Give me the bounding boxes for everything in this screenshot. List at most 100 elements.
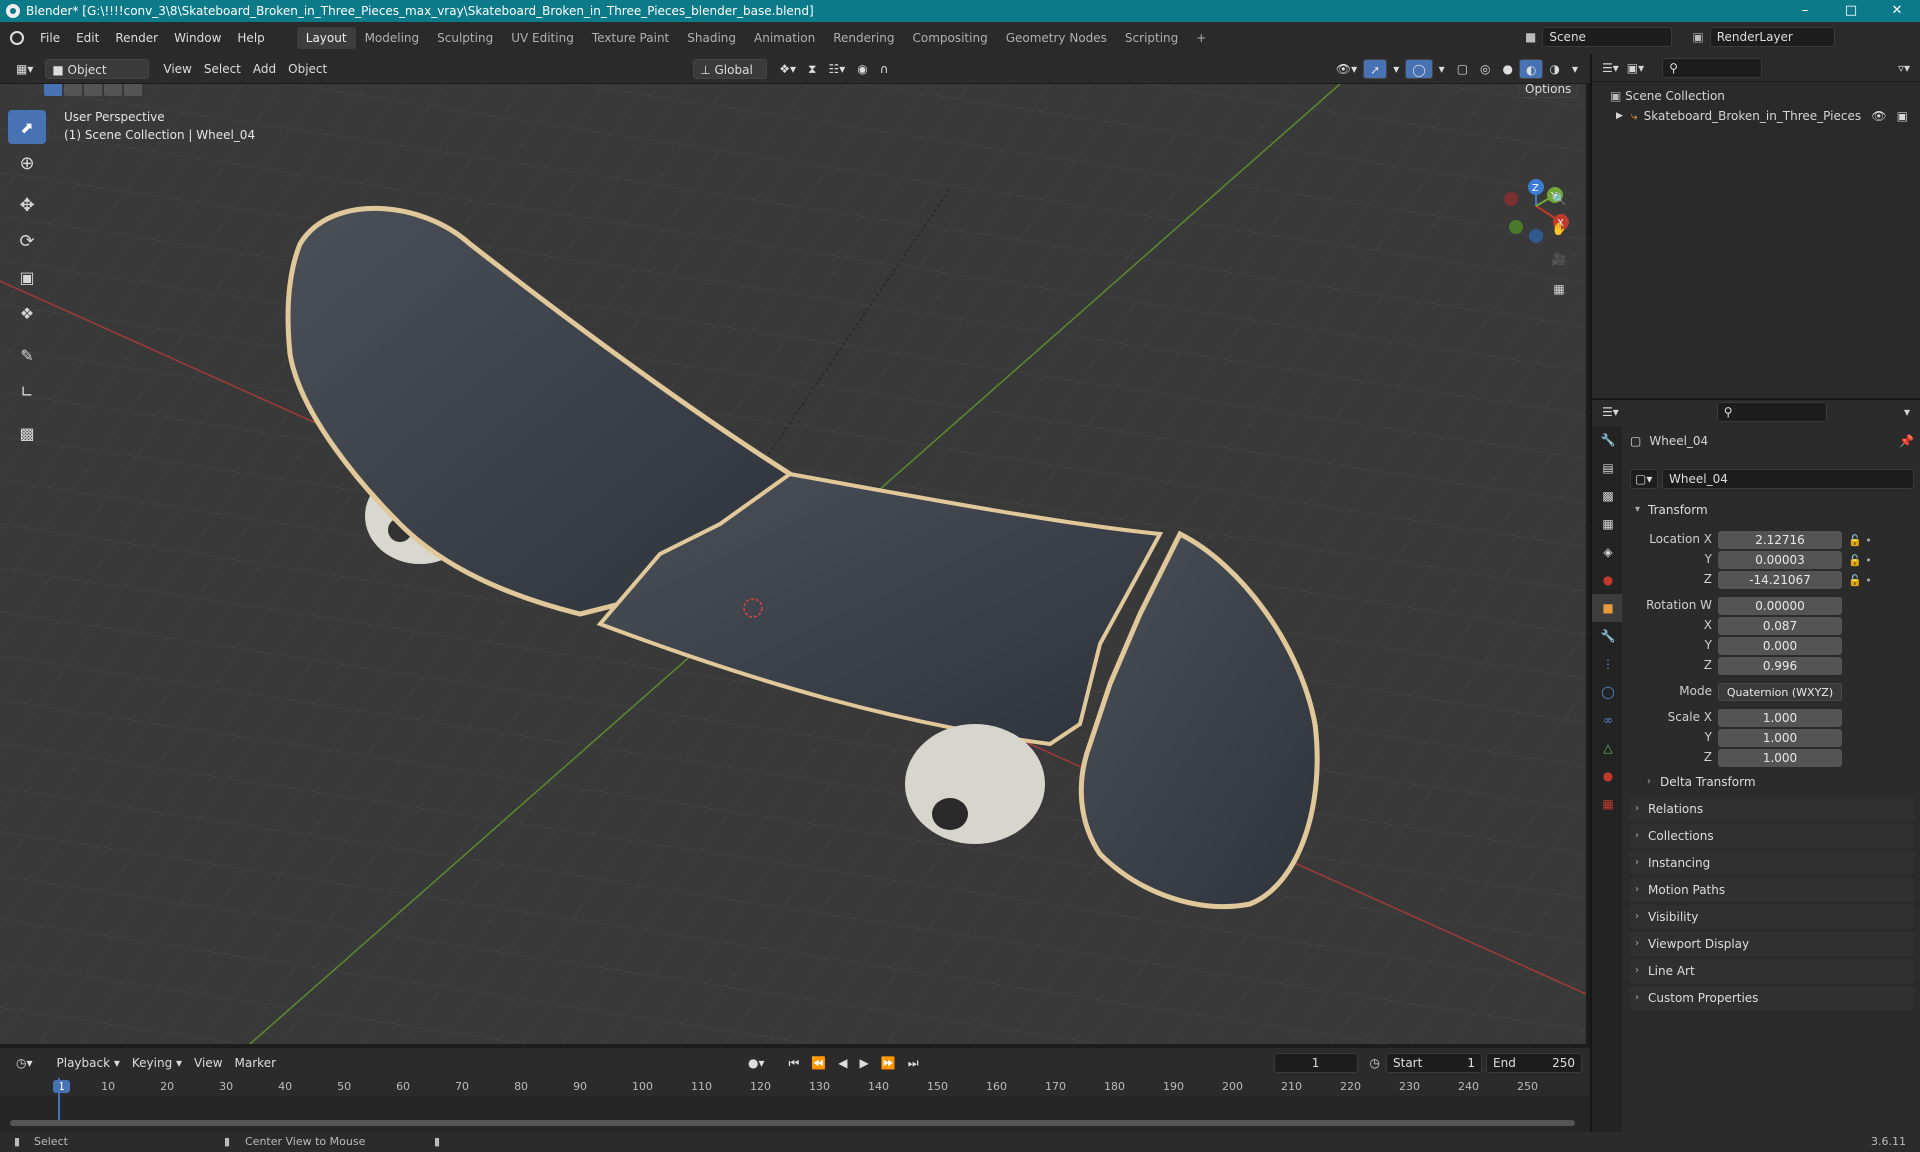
instancing-panel[interactable]: › Instancing bbox=[1630, 851, 1914, 875]
select-intersect-icon[interactable] bbox=[124, 84, 142, 96]
options-button[interactable]: Options bbox=[1518, 84, 1579, 98]
particles-tab-icon[interactable]: ⋮ bbox=[1592, 650, 1624, 678]
outliner-scene-collection[interactable]: ▣ Scene Collection bbox=[1610, 86, 1920, 106]
select-new-icon[interactable] bbox=[44, 84, 62, 96]
tab-uv-editing[interactable]: UV Editing bbox=[502, 27, 583, 49]
menu-add[interactable]: Add bbox=[247, 59, 282, 79]
outliner-search-input[interactable]: ⚲ bbox=[1662, 57, 1763, 78]
output-tab-icon[interactable]: ▩ bbox=[1592, 482, 1624, 510]
scene-selector[interactable]: Scene bbox=[1542, 27, 1673, 47]
collections-panel[interactable]: › Collections bbox=[1630, 824, 1914, 848]
current-frame-field[interactable]: 1 bbox=[1273, 1053, 1358, 1073]
pan-hand-icon[interactable]: ✋ bbox=[1545, 215, 1573, 243]
snap-target-icon[interactable]: ☷▾ bbox=[822, 59, 851, 79]
tab-shading[interactable]: Shading bbox=[678, 27, 745, 49]
xray-icon[interactable]: ▢ bbox=[1451, 59, 1474, 79]
transform-panel-header[interactable]: ▾ Transform bbox=[1630, 498, 1914, 522]
motion-paths-panel[interactable]: › Motion Paths bbox=[1630, 878, 1914, 902]
editor-type-icon[interactable]: ▦▾ bbox=[10, 59, 39, 79]
next-keyframe-icon[interactable]: ⏩ bbox=[875, 1053, 902, 1073]
relations-panel[interactable]: › Relations bbox=[1630, 797, 1914, 821]
play-reverse-icon[interactable]: ◀ bbox=[832, 1053, 853, 1073]
lock-icon[interactable]: 🔓 • bbox=[1848, 531, 1908, 551]
maximize-icon[interactable]: □ bbox=[1828, 0, 1874, 22]
object-tab-icon[interactable]: ■ bbox=[1592, 594, 1624, 622]
scale-y-field[interactable]: 1.000 bbox=[1718, 729, 1842, 747]
tab-texture-paint[interactable]: Texture Paint bbox=[583, 27, 678, 49]
properties-search-input[interactable]: ⚲ bbox=[1716, 402, 1827, 422]
frame-ruler[interactable]: 1 10 20 30 40 50 60 70 80 90 100 110 120 130 140 150 160… bbox=[0, 1078, 1590, 1096]
timeline-editor-icon[interactable]: ◷▾ bbox=[10, 1053, 39, 1073]
location-z-field[interactable]: -14.21067 bbox=[1718, 571, 1842, 589]
move-tool[interactable]: ✥ bbox=[8, 188, 46, 222]
shading-dropdown-icon[interactable]: ▾ bbox=[1566, 59, 1584, 79]
scale-tool[interactable]: ▣ bbox=[8, 260, 46, 294]
transform-tool[interactable]: ❖ bbox=[8, 296, 46, 330]
overlay-toggle-icon[interactable]: ◯ bbox=[1405, 58, 1433, 79]
expand-icon[interactable]: ▶ bbox=[1616, 106, 1623, 126]
play-icon[interactable]: ▶ bbox=[854, 1053, 875, 1073]
modifier-tab-icon[interactable]: 🔧 bbox=[1592, 622, 1624, 650]
jump-end-icon[interactable]: ⏭ bbox=[902, 1053, 925, 1073]
rotation-y-field[interactable]: 0.000 bbox=[1718, 637, 1842, 655]
rotation-z-field[interactable]: 0.996 bbox=[1718, 657, 1842, 675]
tab-modeling[interactable]: Modeling bbox=[356, 27, 429, 49]
proportional-edit-icon[interactable]: ◉ bbox=[851, 59, 873, 79]
object-name-field[interactable]: Wheel_04 bbox=[1662, 469, 1914, 489]
tab-scripting[interactable]: Scripting bbox=[1116, 27, 1187, 49]
measure-tool[interactable]: ∟ bbox=[8, 374, 46, 408]
gizmo-dropdown-icon[interactable]: ▾ bbox=[1387, 59, 1405, 79]
menu-object[interactable]: Object bbox=[282, 59, 333, 79]
world-tab-icon[interactable]: ● bbox=[1592, 566, 1624, 594]
tool-tab-icon[interactable]: 🔧 bbox=[1592, 426, 1624, 454]
properties-editor-icon[interactable]: ☰▾ bbox=[1602, 405, 1619, 419]
visibility-icon[interactable]: 👁▾ bbox=[1330, 59, 1363, 79]
location-x-field[interactable]: 2.12716 bbox=[1718, 531, 1842, 549]
close-icon[interactable]: ✕ bbox=[1874, 0, 1920, 22]
record-icon[interactable]: ●▾ bbox=[742, 1053, 771, 1073]
line-art-panel[interactable]: › Line Art bbox=[1630, 959, 1914, 983]
end-frame-field[interactable]: End 250 bbox=[1486, 1053, 1582, 1073]
menu-timeline-view[interactable]: View bbox=[188, 1053, 228, 1073]
solid-shading-icon[interactable]: ● bbox=[1497, 59, 1519, 79]
lock-icon[interactable]: 🔓 • bbox=[1848, 571, 1908, 591]
tab-animation[interactable]: Animation bbox=[745, 27, 824, 49]
scale-x-field[interactable]: 1.000 bbox=[1718, 709, 1842, 727]
pivot-icon[interactable]: ❖▾ bbox=[773, 59, 802, 79]
menu-playback[interactable]: Playback ▾ bbox=[51, 1053, 126, 1073]
overlay-dropdown-icon[interactable]: ▾ bbox=[1433, 59, 1451, 79]
constraints-tab-icon[interactable]: ∞ bbox=[1592, 706, 1624, 734]
location-y-field[interactable]: 0.00003 bbox=[1718, 551, 1842, 569]
menu-file[interactable]: File bbox=[32, 28, 68, 48]
object-datablock-icon[interactable]: ▢▾ bbox=[1630, 469, 1658, 489]
visibility-panel[interactable]: › Visibility bbox=[1630, 905, 1914, 929]
properties-options-icon[interactable]: ▾ bbox=[1904, 405, 1910, 419]
data-tab-icon[interactable]: △ bbox=[1592, 734, 1624, 762]
lock-icon[interactable]: 🔓 • bbox=[1848, 551, 1908, 571]
tab-compositing[interactable]: Compositing bbox=[903, 27, 996, 49]
wireframe-shading-icon[interactable]: ◎ bbox=[1474, 59, 1496, 79]
eye-icon[interactable]: 👁 bbox=[1871, 106, 1886, 126]
camera-view-icon[interactable]: 🎥 bbox=[1545, 245, 1573, 273]
tab-rendering[interactable]: Rendering bbox=[824, 27, 903, 49]
select-box-tool[interactable]: ⬈ bbox=[8, 110, 46, 144]
annotate-tool[interactable]: ✎ bbox=[8, 338, 46, 372]
zoom-icon[interactable]: 🔍 bbox=[1545, 185, 1573, 213]
add-workspace-button[interactable]: + bbox=[1187, 27, 1215, 49]
camera-icon[interactable]: ▣ bbox=[1897, 106, 1908, 126]
timeline-scrollbar[interactable] bbox=[10, 1120, 1575, 1126]
outliner-item[interactable]: ▶ ⤷ Skateboard_Broken_in_Three_Pieces 👁 … bbox=[1610, 106, 1920, 126]
blender-menu-icon[interactable] bbox=[10, 31, 24, 45]
menu-keying[interactable]: Keying ▾ bbox=[126, 1053, 188, 1073]
tab-sculpting[interactable]: Sculpting bbox=[428, 27, 502, 49]
scene-tab-icon[interactable]: ◈ bbox=[1592, 538, 1624, 566]
ortho-grid-icon[interactable]: ▦ bbox=[1545, 275, 1573, 303]
falloff-icon[interactable]: ∩ bbox=[874, 59, 895, 79]
rotation-w-field[interactable]: 0.00000 bbox=[1718, 597, 1842, 615]
mode-selector[interactable]: ■ Object Mode ▾ bbox=[45, 58, 150, 97]
select-invert-icon[interactable] bbox=[104, 84, 122, 96]
renderlayer-selector[interactable]: RenderLayer bbox=[1709, 27, 1835, 47]
playhead-line[interactable] bbox=[58, 1078, 60, 1126]
rendered-shading-icon[interactable]: ◑ bbox=[1543, 59, 1565, 79]
filter-icon[interactable]: ▿▾ bbox=[1898, 61, 1910, 75]
